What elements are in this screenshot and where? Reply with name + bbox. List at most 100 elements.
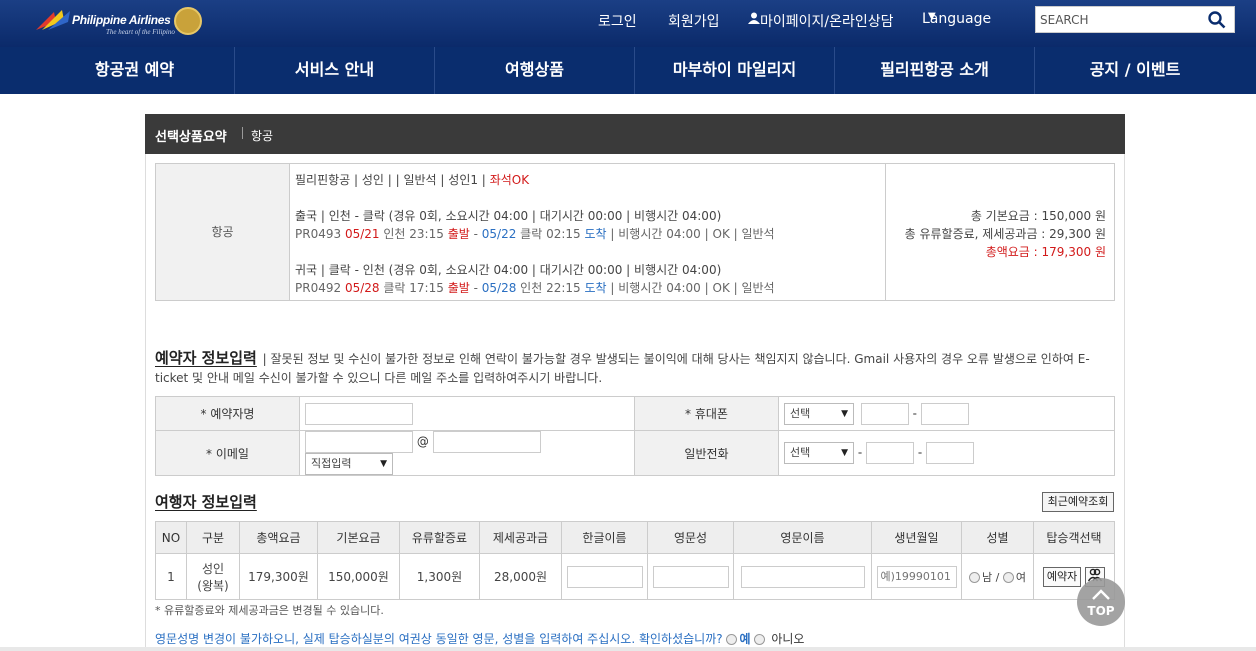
chevron-up-icon	[1092, 589, 1110, 600]
nav-mabuhay-miles[interactable]: 마부하이 마일리지	[635, 47, 835, 94]
return-arr-date: 05/28	[481, 281, 517, 295]
nav-about-pal[interactable]: 필리핀항공 소개	[835, 47, 1035, 94]
col-base: 기본요금	[317, 521, 400, 554]
search-input[interactable]	[1036, 7, 1196, 32]
outbound-flight-no: PR0493	[295, 227, 342, 241]
cell-fuel: 1,300원	[399, 553, 480, 600]
tax-fare-total: 총 유류할증료, 제세공과금 : 29,300 원	[904, 227, 1106, 241]
cell-no: 1	[155, 553, 187, 600]
email-domain-select[interactable]: 직접입력 ▼	[305, 453, 393, 475]
korean-name-input[interactable]	[566, 565, 643, 588]
mobile-prefix-select[interactable]: 선택 ▼	[784, 402, 854, 425]
outbound-dep-date: 05/21	[344, 227, 380, 241]
dash: -	[912, 406, 917, 420]
scroll-top-label: TOP	[1087, 604, 1115, 618]
booker-name-label: * 예약자명	[155, 396, 300, 431]
main-nav: 항공권 예약 서비스 안내 여행상품 마부하이 마일리지 필리핀항공 소개 공지…	[0, 47, 1256, 94]
flight-details: 필리핀항공 | 성인 | | 일반석 | 성인1 | 좌석OK 출국 | 인천 …	[290, 164, 886, 300]
award-seal-icon	[174, 7, 202, 35]
col-total: 총액요금	[239, 521, 318, 554]
col-tax: 제세공과금	[479, 521, 562, 554]
female-label: 여	[1015, 570, 1026, 584]
outbound-arr-label: 도착	[584, 227, 607, 241]
return-dep-date: 05/28	[344, 281, 380, 295]
outbound-dep-place: 인천 23:15	[383, 227, 444, 241]
top-header: Philippine Airlines The heart of the Fil…	[0, 0, 1256, 47]
english-surname-input[interactable]	[652, 565, 729, 588]
english-name-input[interactable]	[740, 565, 865, 588]
brand-name: Philippine Airlines	[72, 13, 171, 27]
nav-travel-products[interactable]: 여행상품	[435, 47, 635, 94]
dropdown-arrow-icon: ▼	[380, 459, 387, 469]
recent-booking-button[interactable]: 최근예약조회	[1042, 492, 1114, 512]
col-english-surname: 영문성	[647, 521, 734, 554]
fare-footnote: * 유류할증료와 제세공과금은 변경될 수 있습니다.	[155, 604, 384, 617]
summary-title: 선택상품요약	[155, 130, 227, 145]
nav-flight-booking[interactable]: 항공권 예약	[35, 47, 235, 94]
mobile-last-input[interactable]	[920, 402, 969, 425]
col-passenger-select: 탑승객선택	[1033, 521, 1115, 554]
user-icon	[748, 12, 760, 24]
male-radio[interactable]	[969, 572, 981, 583]
cell-base: 150,000원	[317, 553, 400, 600]
scroll-top-button[interactable]: TOP	[1077, 578, 1125, 626]
summary-subtitle: 항공	[251, 129, 274, 143]
type-sub-text: (왕복)	[197, 578, 229, 593]
cell-birth	[871, 553, 962, 600]
return-arr-place: 인천 22:15	[520, 281, 581, 295]
name-confirm-question: 영문성명 변경이 불가하오니, 실제 탑승하실분의 여권상 동일한 영문, 성별…	[155, 630, 804, 647]
male-label: 남 /	[982, 570, 1000, 584]
return-detail: PR0492 05/28 클락 17:15 출발 - 05/28 인천 22:1…	[295, 281, 775, 295]
select-value: 선택	[790, 406, 811, 420]
signup-link[interactable]: 회원가입	[668, 11, 720, 31]
birth-date-input[interactable]	[876, 565, 957, 588]
phone-last-input[interactable]	[926, 442, 974, 464]
mypage-label: 마이페이지/온라인상담	[760, 14, 894, 30]
cell-english-name	[733, 553, 872, 600]
summary-row-label: 항공	[156, 164, 290, 300]
mypage-link[interactable]: 마이페이지/온라인상담	[748, 11, 894, 30]
mobile-label: * 휴대폰	[634, 396, 779, 431]
confirm-yes-radio[interactable]	[726, 634, 738, 645]
email-label: * 이메일	[155, 430, 300, 476]
cell-tax: 28,000원	[479, 553, 562, 600]
brand-logo[interactable]: Philippine Airlines The heart of the Fil…	[36, 6, 206, 38]
chevron-down-icon: ▼	[928, 11, 936, 22]
email-domain-input[interactable]	[432, 431, 541, 453]
select-booker-button[interactable]: 예약자	[1042, 566, 1082, 587]
return-dep-place: 클락 17:15	[383, 281, 444, 295]
type-text: 성인	[201, 561, 225, 576]
search-icon[interactable]	[1208, 11, 1226, 29]
col-korean-name: 한글이름	[561, 521, 648, 554]
col-gender: 성별	[961, 521, 1034, 554]
phone-mid-input[interactable]	[866, 442, 914, 464]
outbound-dep-label: 출발	[447, 227, 470, 241]
female-radio[interactable]	[1002, 572, 1014, 583]
booker-notice-text: | 잘못된 정보 및 수신이 불가한 정보로 인해 연락이 불가능할 경우 발생…	[155, 352, 1090, 385]
phone-prefix-select[interactable]: 선택 ▼	[784, 442, 854, 464]
return-dep-label: 출발	[447, 281, 470, 295]
nav-notice-event[interactable]: 공지 / 이벤트	[1035, 47, 1235, 94]
login-link[interactable]: 로그인	[598, 11, 637, 31]
confirm-text: 영문성명 변경이 불가하오니, 실제 탑승하실분의 여권상 동일한 영문, 성별…	[155, 632, 723, 646]
brand-tagline: The heart of the Filipino	[106, 28, 175, 36]
confirm-no-radio[interactable]	[754, 634, 766, 645]
booker-section-title: 예약자 정보입력	[155, 349, 257, 367]
outbound-arr-place: 클락 02:15	[520, 227, 581, 241]
mobile-mid-input[interactable]	[860, 402, 909, 425]
nav-service-info[interactable]: 서비스 안내	[235, 47, 435, 94]
traveler-section-title: 여행자 정보입력	[155, 493, 257, 511]
search-box	[1035, 6, 1235, 33]
return-extra: | 비행시간 04:00 | OK | 일반석	[610, 281, 775, 295]
email-id-input[interactable]	[305, 431, 413, 453]
grand-total: 총액요금 : 179,300 원	[985, 245, 1106, 259]
confirm-no-label: 아니오	[771, 632, 805, 646]
cell-total: 179,300원	[239, 553, 318, 600]
booker-name-input[interactable]	[305, 402, 413, 425]
summary-box: 항공 필리핀항공 | 성인 | | 일반석 | 성인1 | 좌석OK 출국 | …	[155, 163, 1115, 301]
cell-english-surname	[647, 553, 734, 600]
outbound-arr-date: 05/22	[481, 227, 517, 241]
dropdown-arrow-icon: ▼	[841, 448, 848, 458]
confirm-yes-label: 예	[739, 632, 751, 646]
fare-totals: 총 기본요금 : 150,000 원 총 유류할증료, 제세공과금 : 29,3…	[886, 164, 1114, 300]
